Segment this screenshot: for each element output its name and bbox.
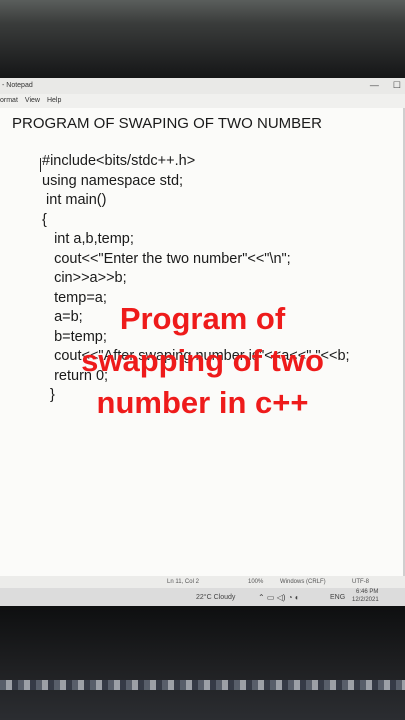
code-line: cout<<"Enter the two number"<<"\n"; [42, 250, 291, 267]
text-caret [40, 158, 41, 172]
weather-widget[interactable]: 22°C Cloudy [196, 594, 235, 601]
code-line: int main() [42, 192, 107, 208]
status-bar: Ln 11, Col 2 100% Windows (CRLF) UTF-8 [0, 576, 405, 588]
code-line: using namespace std; [42, 172, 184, 189]
encoding: UTF-8 [352, 579, 369, 585]
zoom-level: 100% [248, 579, 264, 585]
document-heading: PROGRAM OF SWAPING OF TWO NUMBER [12, 115, 323, 132]
menu-bar: ormat View Help [0, 94, 405, 108]
code-line: int a,b,temp; [42, 231, 134, 247]
window-title: - Notepad [2, 82, 33, 89]
bottom-stripe [0, 680, 405, 690]
video-caption-overlay: Program of swapping of two number in c++ [0, 298, 405, 424]
windows-taskbar: 22°C Cloudy ⌃ ▭ ◁) ◔ ◐ ENG 6:46 PM 12/2/… [0, 588, 405, 606]
caption-line: swapping of two [81, 343, 324, 378]
line-ending: Windows (CRLF) [280, 579, 326, 585]
clock-time[interactable]: 6:46 PM [356, 589, 378, 595]
cursor-position: Ln 11, Col 2 [167, 579, 199, 585]
menu-view[interactable]: View [25, 94, 40, 108]
minimize-button[interactable]: — [370, 80, 379, 91]
caption-line: Program of [119, 301, 286, 336]
tray-icons[interactable]: ⌃ ▭ ◁) ◔ ◐ [258, 593, 300, 602]
menu-format[interactable]: ormat [0, 94, 18, 108]
clock-date[interactable]: 12/2/2021 [352, 597, 379, 603]
monitor-top-bezel [0, 0, 405, 78]
menu-help[interactable]: Help [47, 94, 61, 108]
language-indicator[interactable]: ENG [330, 594, 345, 601]
window-titlebar[interactable]: - Notepad — ☐ [0, 78, 405, 94]
monitor-bottom-bezel [0, 606, 405, 720]
maximize-button[interactable]: ☐ [393, 80, 401, 91]
code-line: #include<bits/stdc++.h> [42, 153, 196, 169]
caption-line: number in c++ [96, 385, 309, 420]
code-line: { [42, 211, 47, 228]
code-line: cin>>a>>b; [42, 270, 127, 286]
window-controls: — ☐ [370, 80, 401, 91]
